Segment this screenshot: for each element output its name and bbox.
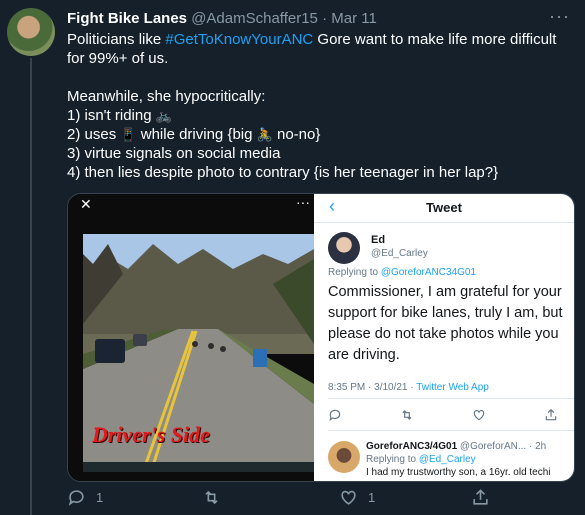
reply-button[interactable]: 1	[67, 488, 103, 507]
avatar	[328, 441, 360, 473]
list-item-2-mid: while driving {big	[140, 126, 253, 143]
screenshot-body: Commissioner, I am grateful for your sup…	[328, 284, 563, 363]
avatar[interactable]	[7, 8, 55, 56]
share-button[interactable]	[471, 488, 490, 507]
avatar	[328, 232, 360, 264]
handle[interactable]: @AdamSchaffer15	[191, 10, 318, 27]
share-icon	[544, 408, 558, 425]
screenshot-replying-to: Replying to @GoreforANC34G01	[328, 267, 477, 278]
screenshot-author-handle: @Ed_Carley	[371, 248, 428, 259]
close-icon: ✕	[80, 196, 92, 212]
tweet-date[interactable]: Mar 11	[331, 10, 377, 27]
reply-icon	[68, 490, 84, 506]
bicycle-icon: 🚲	[155, 108, 172, 123]
list-item-1: 1) isn't riding	[67, 107, 152, 124]
list-item-4: 4) then lies despite photo to contrary {…	[67, 164, 499, 181]
reply-count: 1	[96, 490, 104, 505]
like-icon	[472, 408, 486, 425]
retweet-icon	[205, 490, 218, 505]
like-count: 1	[368, 490, 376, 505]
screenshot-reply-replying-to: Replying to @Ed_Carley	[366, 454, 476, 465]
thread-line	[30, 58, 32, 515]
text-line2: Meanwhile, she hypocritically:	[67, 88, 266, 105]
list-item-2-pre: 2) uses	[67, 126, 117, 143]
list-item-3: 3) virtue signals on social media	[67, 145, 281, 162]
hashtag-link[interactable]: #GetToKnowYourANC	[165, 31, 313, 48]
cyclist-icon: 🚴	[256, 127, 273, 142]
share-icon	[473, 489, 488, 505]
divider	[328, 398, 574, 399]
tweet-header: Fight Bike Lanes @AdamSchaffer15 · Mar 1…	[67, 10, 377, 27]
retweet-icon	[400, 408, 414, 425]
photo-caption: Driver's Side	[92, 422, 210, 447]
road-photo[interactable]: ✕ ··· Driver's Side	[68, 194, 314, 481]
list-item-2-post: no-no}	[277, 126, 321, 143]
more-icon[interactable]: ···	[549, 6, 570, 27]
retweet-button[interactable]	[202, 488, 231, 507]
tweet-text: Politicians like #GetToKnowYourANC Gore …	[67, 30, 567, 182]
reply-icon	[328, 408, 342, 425]
screenshot-reply-header: GoreforANC3/4G01 @GoreforAN... · 2h	[366, 441, 547, 452]
embedded-tweet-screenshot[interactable]: ‹ Tweet Ed @Ed_Carley Replying to @Goref…	[314, 194, 574, 481]
media-attachment[interactable]: ✕ ··· Driver's Side ‹ Tweet Ed @Ed_Carle…	[67, 193, 575, 482]
screenshot-author-name: Ed	[371, 234, 386, 246]
tweet-actions: 1 1	[67, 488, 573, 512]
text-line1-pre: Politicians like	[67, 31, 166, 48]
separator: ·	[322, 10, 328, 27]
phone-icon: 📱	[120, 127, 137, 142]
divider	[328, 430, 574, 431]
screenshot-reply-text: I had my trustworthy son, a 16yr. old te…	[366, 467, 551, 478]
like-icon	[341, 490, 356, 505]
more-icon: ···	[296, 194, 310, 210]
like-button[interactable]: 1	[339, 488, 375, 507]
display-name[interactable]: Fight Bike Lanes	[67, 10, 187, 27]
screenshot-timestamp: 8:35 PM · 3/10/21 · Twitter Web App	[328, 382, 489, 393]
screenshot-title: Tweet	[426, 200, 462, 215]
divider	[314, 222, 574, 223]
screenshot-actions	[328, 408, 558, 425]
